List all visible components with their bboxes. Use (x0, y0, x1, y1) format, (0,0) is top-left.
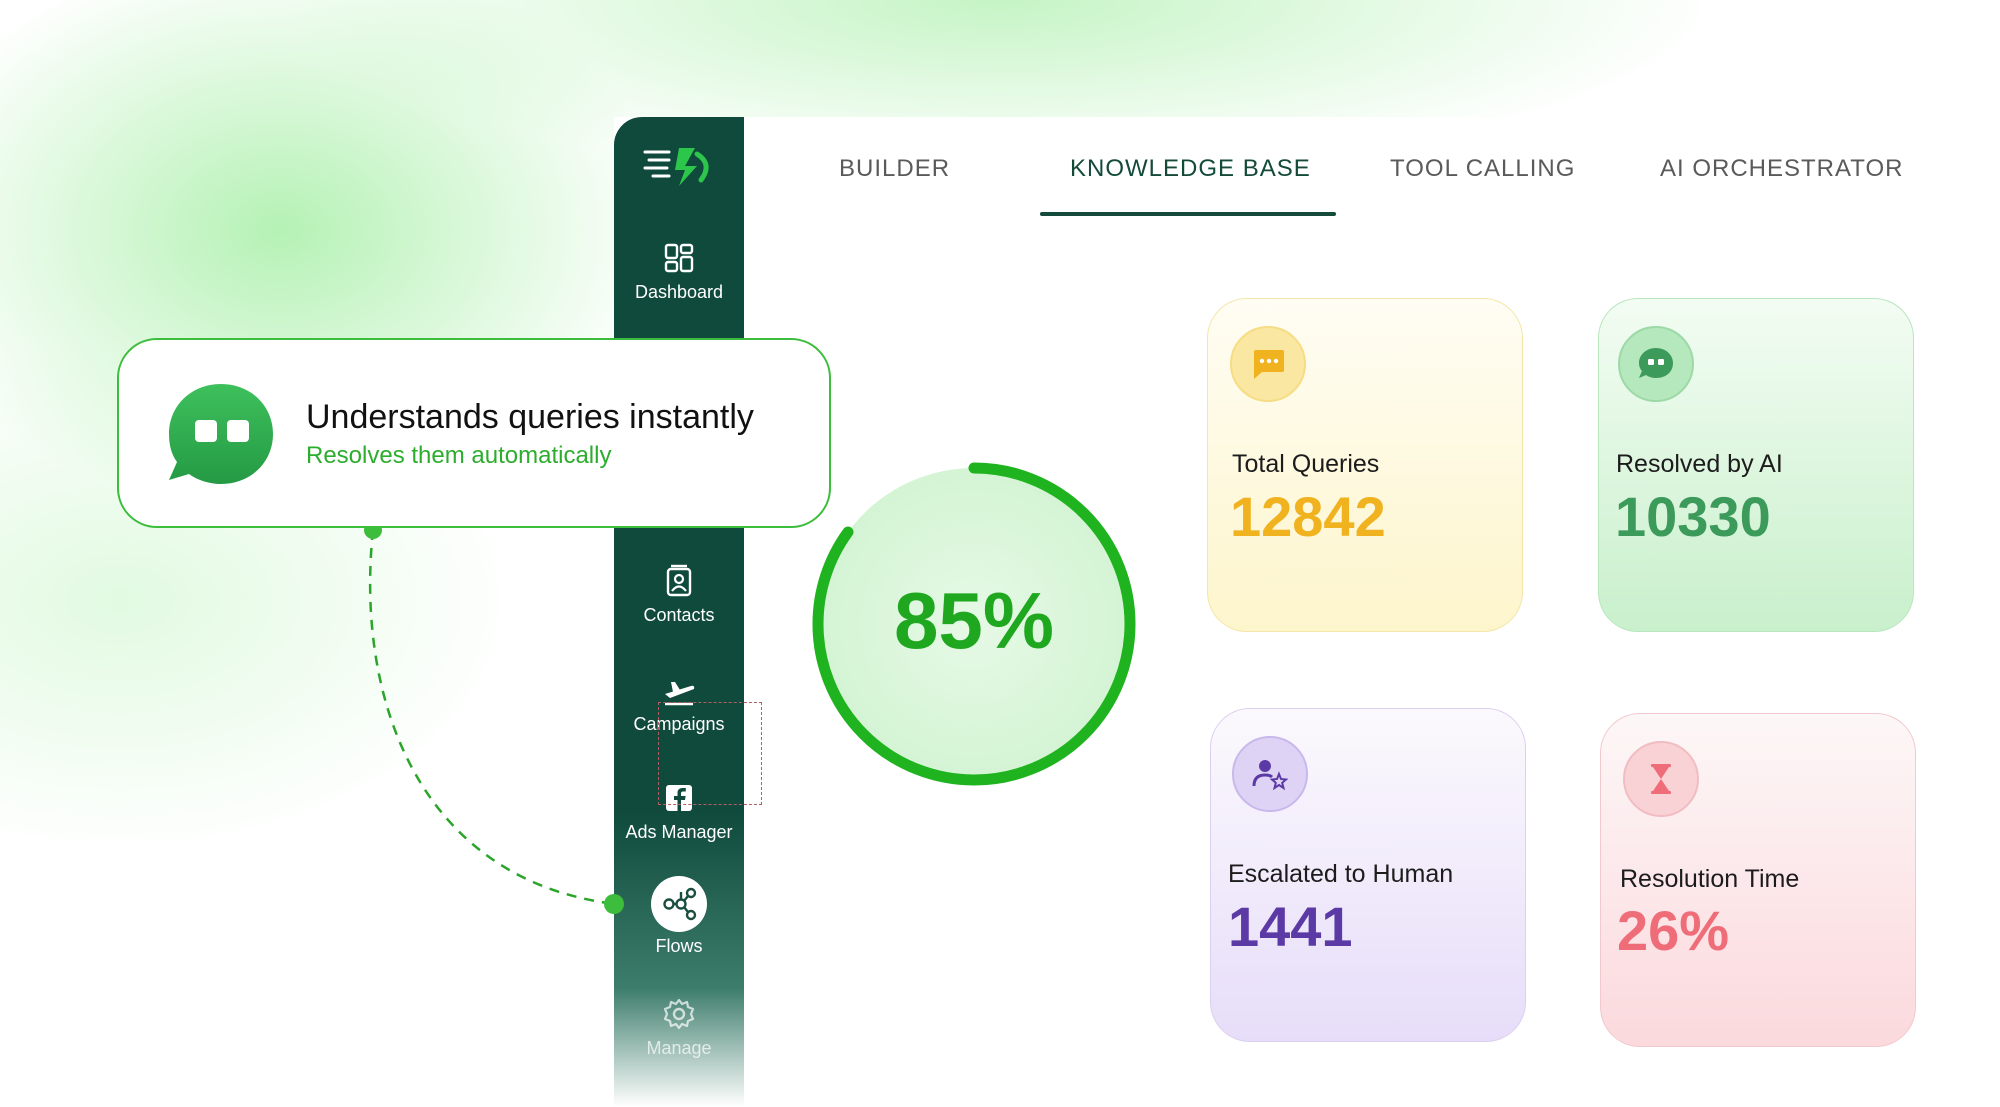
flows-icon (663, 887, 697, 921)
app-logo-icon (643, 148, 709, 186)
flows-active-indicator (651, 876, 707, 932)
stat-value: 1441 (1228, 895, 1353, 958)
sidebar-item-contacts[interactable]: Contacts (614, 563, 744, 626)
chat-bubble-icon (169, 384, 273, 484)
sidebar-item-dashboard[interactable]: Dashboard (614, 240, 744, 303)
sidebar-item-manage[interactable]: Manage (614, 996, 744, 1059)
sidebar-item-label: Contacts (643, 605, 715, 625)
callout-subtitle: Resolves them automatically (306, 442, 612, 469)
stat-value: 26% (1617, 899, 1730, 962)
callout-title: Understands queries instantly (306, 398, 754, 436)
gear-icon (663, 998, 695, 1030)
stat-value: 10330 (1615, 485, 1771, 548)
stat-card-icon-wrap (1230, 326, 1306, 402)
tab-knowledge-base[interactable]: KNOWLEDGE BASE (1070, 155, 1311, 183)
dashboard-icon (664, 243, 694, 273)
message-icon (1254, 350, 1284, 379)
chat-icon (1639, 348, 1673, 378)
stat-label: Resolved by AI (1616, 450, 1783, 478)
stat-value: 12842 (1230, 485, 1386, 548)
selection-outline (658, 702, 762, 805)
sidebar-item-flows[interactable]: Flows (614, 876, 744, 957)
tab-ai-orchestrator[interactable]: AI ORCHESTRATOR (1660, 155, 1903, 183)
tab-tool-calling[interactable]: TOOL CALLING (1390, 155, 1575, 183)
hourglass-icon (1651, 764, 1671, 794)
stat-label: Resolution Time (1620, 865, 1800, 893)
gauge-value: 85% (893, 576, 1055, 665)
user-star-icon (1252, 760, 1289, 791)
stat-label: Total Queries (1232, 450, 1380, 478)
sidebar-item-label: Dashboard (634, 282, 724, 302)
stat-card-icon-wrap (1618, 326, 1694, 402)
sidebar-item-label: Ads Manager (625, 822, 733, 842)
tab-builder[interactable]: BUILDER (839, 155, 950, 183)
sidebar-item-label: Manage (646, 1038, 712, 1058)
stat-card-icon-wrap (1232, 736, 1308, 812)
active-tab-indicator (1040, 212, 1336, 216)
contacts-icon (666, 564, 692, 597)
sidebar-item-label: Flows (655, 936, 703, 956)
stat-card-icon-wrap (1623, 741, 1699, 817)
stat-label: Escalated to Human (1228, 860, 1454, 888)
